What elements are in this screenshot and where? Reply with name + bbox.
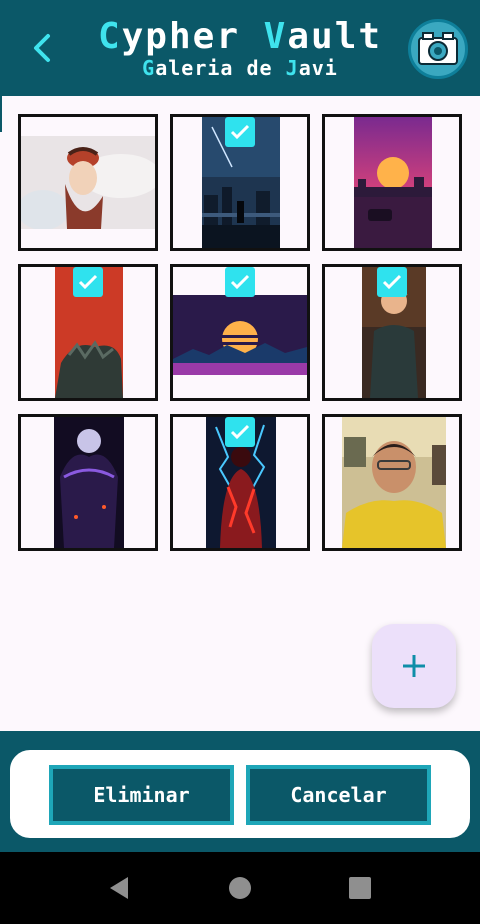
image-thumbnail — [173, 295, 307, 375]
image-thumbnail — [54, 417, 124, 548]
selected-checkbox[interactable] — [225, 417, 255, 447]
gallery-item[interactable] — [170, 114, 310, 251]
gallery-item[interactable] — [18, 414, 158, 551]
system-navigation-bar — [0, 852, 480, 924]
selected-checkbox[interactable] — [225, 117, 255, 147]
cancel-button[interactable]: Cancelar — [246, 765, 431, 825]
vault-camera-icon — [418, 32, 458, 65]
recents-square-icon[interactable] — [347, 875, 373, 901]
checkmark-icon — [78, 274, 98, 290]
delete-button[interactable]: Eliminar — [49, 765, 234, 825]
app-logo — [408, 19, 468, 79]
back-triangle-icon[interactable] — [106, 875, 132, 901]
selected-checkbox[interactable] — [73, 267, 103, 297]
gallery-item[interactable] — [18, 264, 158, 401]
gallery-subtitle: Galeria de Javi — [142, 56, 338, 80]
image-thumbnail — [21, 136, 155, 229]
gallery-item[interactable] — [170, 414, 310, 551]
gallery-item[interactable] — [322, 114, 462, 251]
plus-icon — [403, 655, 425, 677]
image-thumbnail — [354, 117, 432, 248]
checkmark-icon — [230, 274, 250, 290]
selected-checkbox[interactable] — [377, 267, 407, 297]
add-image-button[interactable] — [372, 624, 456, 708]
gallery-item[interactable] — [18, 114, 158, 251]
gallery-item[interactable] — [322, 264, 462, 401]
image-thumbnail — [342, 417, 446, 548]
checkmark-icon — [230, 424, 250, 440]
gallery-item[interactable] — [170, 264, 310, 401]
home-circle-icon[interactable] — [227, 875, 253, 901]
app-header: Cypher Vault Galeria de Javi — [0, 0, 480, 96]
header-edge — [0, 96, 2, 132]
checkmark-icon — [382, 274, 402, 290]
selected-checkbox[interactable] — [225, 267, 255, 297]
checkmark-icon — [230, 124, 250, 140]
gallery-item[interactable] — [322, 414, 462, 551]
